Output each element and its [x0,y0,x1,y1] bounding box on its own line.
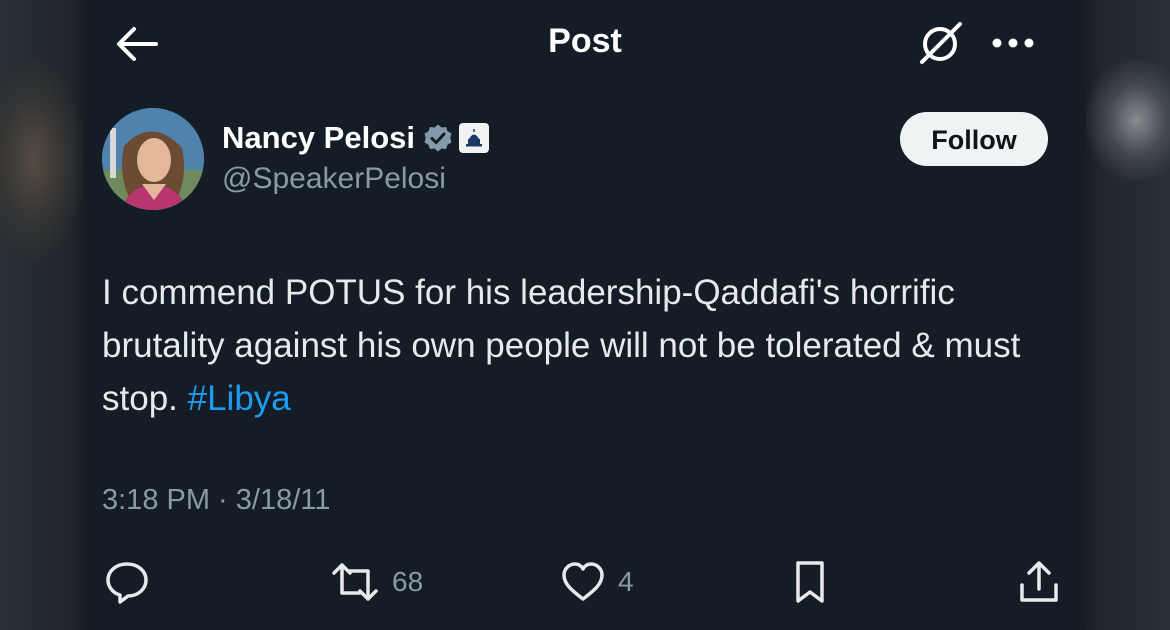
share-icon [1020,561,1058,602]
back-button[interactable] [114,24,160,64]
grok-icon [920,22,962,64]
blurred-edge-right [1086,60,1170,180]
post-timestamp[interactable]: 3:18 PM · 3/18/11 [102,484,330,517]
heart-icon [562,562,604,601]
author-handle[interactable]: @SpeakerPelosi [222,162,446,196]
arrow-left-icon [117,27,158,61]
action-bar: 68 4 [84,552,1086,612]
profile-photo [102,108,204,210]
author-display-name[interactable]: Nancy Pelosi [222,120,415,156]
capitol-affiliation-icon[interactable] [458,123,489,153]
follow-button[interactable]: Follow [900,112,1048,166]
avatar[interactable] [102,108,204,210]
reply-button[interactable] [104,552,150,612]
grok-button[interactable] [916,18,966,68]
post-text: I commend POTUS for his leadership-Qadda… [102,266,1072,425]
post-screen: Post Nancy Pelosi @SpeakerPelosi Follow … [84,0,1086,630]
repost-icon [332,563,378,601]
author-name-row: Nancy Pelosi [222,116,489,160]
repost-button[interactable]: 68 [330,552,423,612]
like-button[interactable]: 4 [560,552,634,612]
more-options-button[interactable] [988,28,1038,58]
hashtag-link[interactable]: #Libya [188,379,291,418]
reply-icon [106,562,148,604]
share-button[interactable] [1016,552,1062,612]
bookmark-button[interactable] [790,552,830,612]
like-count: 4 [618,566,634,597]
verified-badge-icon[interactable] [423,123,453,153]
blurred-edge-left [0,60,84,260]
repost-count: 68 [392,566,424,597]
more-dots-icon [992,38,1034,48]
bookmark-icon [796,561,824,603]
top-bar: Post [84,0,1086,88]
